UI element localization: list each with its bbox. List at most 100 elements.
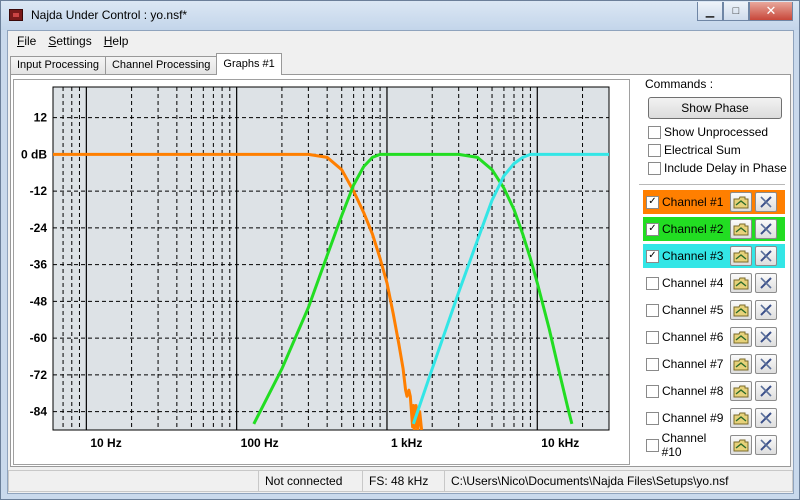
channel-edit-button-8[interactable] — [755, 381, 777, 401]
edit-tools-icon — [760, 223, 772, 235]
channel-checkbox-1[interactable]: ✓ — [646, 195, 659, 209]
minimize-button[interactable]: ▁ — [697, 2, 723, 21]
menu-bar: File Settings Help — [8, 31, 793, 51]
electrical-sum-checkbox[interactable] — [648, 143, 661, 157]
channel-load-button-10[interactable] — [730, 435, 752, 455]
include-delay-label: Include Delay in Phase — [664, 161, 787, 175]
edit-tools-icon — [760, 331, 772, 343]
channel-toggle-5[interactable]: Channel #5 — [643, 298, 727, 322]
option-include-delay-in-phase[interactable]: Include Delay in Phase — [648, 160, 787, 176]
folder-load-icon — [733, 331, 749, 344]
commands-panel: Commands : Show Phase Show Unprocessed E… — [637, 77, 789, 467]
close-button[interactable]: ✕ — [749, 2, 793, 21]
tab-graphs-1[interactable]: Graphs #1 — [216, 53, 282, 75]
channel-toggle-7[interactable]: Channel #7 — [643, 352, 727, 376]
channel-checkbox-7[interactable] — [646, 357, 659, 371]
option-electrical-sum[interactable]: Electrical Sum — [648, 142, 741, 158]
folder-load-icon — [733, 358, 749, 371]
status-bar: Not connected FS: 48 kHz C:\Users\Nico\D… — [8, 470, 793, 492]
app-logo-icon — [9, 9, 23, 21]
y-tick-label: 12 — [34, 111, 48, 125]
channel-load-button-7[interactable] — [730, 354, 752, 374]
channel-row-5: Channel #5 — [643, 298, 785, 322]
channel-label-5: Channel #5 — [662, 303, 724, 317]
channel-edit-button-4[interactable] — [755, 273, 777, 293]
channel-edit-button-9[interactable] — [755, 408, 777, 428]
menu-file[interactable]: File — [11, 31, 42, 51]
channel-checkbox-9[interactable] — [646, 411, 659, 425]
menu-help[interactable]: Help — [98, 31, 135, 51]
y-tick-label: -36 — [30, 258, 48, 272]
graph-canvas: 12 0 dB -12 -24 -36 -48 -60 -72 -84 10 Hz 100 Hz 1 … — [21, 86, 610, 450]
channel-label-1: Channel #1 — [662, 195, 724, 209]
channel-edit-button-10[interactable] — [755, 435, 777, 455]
channel-toggle-3[interactable]: ✓ Channel #3 — [643, 244, 727, 268]
show-phase-button[interactable]: Show Phase — [648, 97, 782, 119]
channel-load-button-8[interactable] — [730, 381, 752, 401]
channel-edit-button-3[interactable] — [755, 246, 777, 266]
y-tick-label: -24 — [30, 221, 48, 235]
channel-edit-button-6[interactable] — [755, 327, 777, 347]
window-title: Najda Under Control : yo.nsf* — [31, 8, 188, 22]
channel-row-6: Channel #6 — [643, 325, 785, 349]
folder-load-icon — [733, 196, 749, 209]
edit-tools-icon — [760, 385, 772, 397]
edit-tools-icon — [760, 196, 772, 208]
channel-label-2: Channel #2 — [662, 222, 724, 236]
x-tick-label: 100 Hz — [241, 436, 279, 450]
channel-load-button-4[interactable] — [730, 273, 752, 293]
channel-edit-button-7[interactable] — [755, 354, 777, 374]
channel-checkbox-5[interactable] — [646, 303, 659, 317]
folder-load-icon — [733, 277, 749, 290]
x-tick-label: 10 Hz — [90, 436, 121, 450]
connection-status: Not connected — [258, 470, 362, 492]
channel-label-6: Channel #6 — [662, 330, 724, 344]
show-unprocessed-checkbox[interactable] — [648, 125, 661, 139]
folder-load-icon — [733, 439, 749, 452]
channel-load-button-2[interactable] — [730, 219, 752, 239]
x-tick-label: 1 kHz — [391, 436, 422, 450]
y-tick-label: -60 — [30, 331, 48, 345]
y-tick-label: -84 — [30, 405, 48, 419]
channel-checkbox-8[interactable] — [646, 384, 659, 398]
channel-toggle-10[interactable]: Channel #10 — [643, 431, 727, 459]
channel-row-4: Channel #4 — [643, 271, 785, 295]
maximize-button[interactable]: □ — [723, 2, 749, 21]
channel-toggle-1[interactable]: ✓ Channel #1 — [643, 190, 727, 214]
channel-row-8: Channel #8 — [643, 379, 785, 403]
channel-edit-button-5[interactable] — [755, 300, 777, 320]
graphs-tab-panel: 12 0 dB -12 -24 -36 -48 -60 -72 -84 10 Hz 100 Hz 1 … — [10, 74, 791, 467]
frequency-response-graph[interactable]: 12 0 dB -12 -24 -36 -48 -60 -72 -84 10 Hz 100 Hz 1 … — [13, 79, 630, 465]
channel-checkbox-4[interactable] — [646, 276, 659, 290]
tab-channel-processing[interactable]: Channel Processing — [104, 56, 218, 75]
edit-tools-icon — [760, 304, 772, 316]
title-bar[interactable]: Najda Under Control : yo.nsf* ▁ □ ✕ — [1, 1, 799, 30]
channel-toggle-8[interactable]: Channel #8 — [643, 379, 727, 403]
channel-load-button-6[interactable] — [730, 327, 752, 347]
channel-toggle-4[interactable]: Channel #4 — [643, 271, 727, 295]
tab-input-processing[interactable]: Input Processing — [10, 56, 106, 75]
y-tick-label: -48 — [30, 294, 48, 308]
channel-edit-button-1[interactable] — [755, 192, 777, 212]
channel-checkbox-2[interactable]: ✓ — [646, 222, 659, 236]
channel-checkbox-3[interactable]: ✓ — [646, 249, 659, 263]
channel-toggle-2[interactable]: ✓ Channel #2 — [643, 217, 727, 241]
channel-checkbox-10[interactable] — [646, 438, 659, 452]
channel-load-button-1[interactable] — [730, 192, 752, 212]
channel-load-button-9[interactable] — [730, 408, 752, 428]
channel-toggle-9[interactable]: Channel #9 — [643, 406, 727, 430]
folder-load-icon — [733, 250, 749, 263]
channel-load-button-3[interactable] — [730, 246, 752, 266]
channel-edit-button-2[interactable] — [755, 219, 777, 239]
include-delay-checkbox[interactable] — [648, 161, 661, 175]
channel-load-button-5[interactable] — [730, 300, 752, 320]
option-show-unprocessed[interactable]: Show Unprocessed — [648, 124, 768, 140]
app-window: Najda Under Control : yo.nsf* ▁ □ ✕ File… — [0, 0, 800, 500]
channel-toggle-6[interactable]: Channel #6 — [643, 325, 727, 349]
edit-tools-icon — [760, 439, 772, 451]
channel-label-3: Channel #3 — [662, 249, 724, 263]
client-area: File Settings Help Input Processing Chan… — [7, 30, 794, 494]
menu-settings[interactable]: Settings — [42, 31, 97, 51]
channel-checkbox-6[interactable] — [646, 330, 659, 344]
y-tick-label: -12 — [30, 184, 48, 198]
